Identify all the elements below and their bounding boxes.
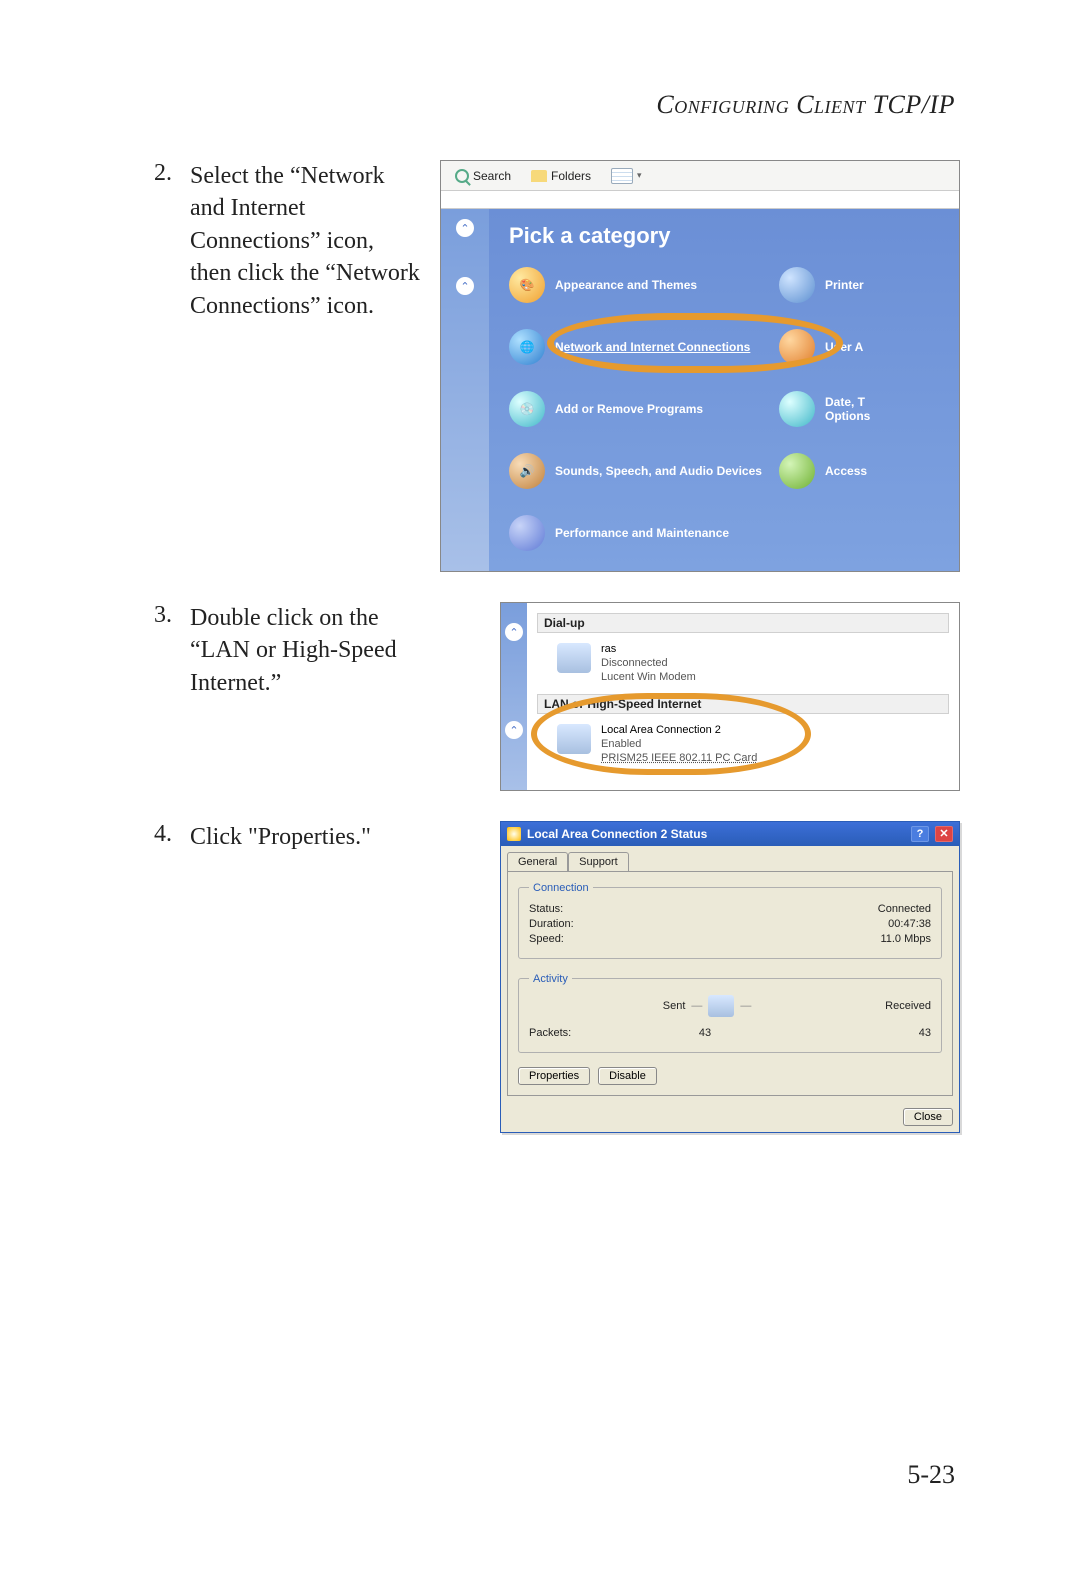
lan-header: LAN or High-Speed Internet	[537, 694, 949, 714]
connection-icon	[507, 827, 521, 841]
packets-recv: 43	[919, 1027, 931, 1039]
connection-legend: Connection	[529, 882, 593, 894]
search-label: Search	[473, 169, 511, 183]
tab-general[interactable]: General	[507, 852, 568, 871]
users-icon	[779, 329, 815, 365]
search-button[interactable]: Search	[449, 167, 517, 185]
cat-appearance[interactable]: 🎨 Appearance and Themes	[509, 267, 769, 303]
help-button[interactable]: ?	[911, 826, 929, 842]
step-text: Select the “Network and Internet Connect…	[190, 160, 420, 322]
page-number: 5-23	[907, 1460, 955, 1490]
step-text: Double click on the “LAN or High-Speed I…	[190, 602, 420, 699]
dialup-name: ras	[601, 643, 696, 657]
received-label: Received	[885, 1000, 931, 1012]
computers-icon	[708, 995, 734, 1017]
dialog-title: Local Area Connection 2 Status	[527, 827, 707, 841]
close-dialog-button[interactable]: Close	[903, 1108, 953, 1126]
activity-legend: Activity	[529, 973, 572, 985]
lan-name: Local Area Connection 2	[601, 724, 757, 738]
disc-icon: 💿	[509, 391, 545, 427]
speed-value: 11.0 Mbps	[880, 933, 931, 945]
cat-access[interactable]: Access	[779, 453, 945, 489]
properties-button[interactable]: Properties	[518, 1067, 590, 1085]
network-connections-screenshot: ⌃ ⌃ Dial-up ras Disconnected Lucent Win …	[500, 602, 960, 791]
dialup-item[interactable]: ras Disconnected Lucent Win Modem	[537, 637, 949, 690]
status-label: Status:	[529, 903, 563, 915]
speed-label: Speed:	[529, 933, 564, 945]
packets-sent: 43	[699, 1027, 711, 1039]
duration-label: Duration:	[529, 918, 574, 930]
step-3: 3. Double click on the “LAN or High-Spee…	[150, 602, 960, 791]
step-2: 2. Select the “Network and Internet Conn…	[150, 160, 960, 572]
activity-group: Activity Sent — — Received	[518, 973, 942, 1053]
collapse-icon[interactable]: ⌃	[505, 623, 523, 641]
dialog-titlebar: Local Area Connection 2 Status ? ✕	[501, 822, 959, 846]
lan-device: PRISM25 IEEE 802.11 PC Card	[601, 752, 757, 766]
folders-label: Folders	[551, 169, 591, 183]
tab-support[interactable]: Support	[568, 852, 629, 871]
folder-icon	[531, 170, 547, 182]
page-header: Configuring Client TCP/IP	[656, 90, 955, 120]
packets-label: Packets:	[529, 1027, 571, 1039]
cat-performance[interactable]: Performance and Maintenance	[509, 515, 769, 551]
views-icon	[611, 168, 633, 184]
disable-button[interactable]: Disable	[598, 1067, 657, 1085]
cat-users[interactable]: User A	[779, 329, 945, 365]
speaker-icon: 🔊	[509, 453, 545, 489]
dialup-status: Disconnected	[601, 657, 696, 671]
cat-add-remove[interactable]: 💿 Add or Remove Programs	[509, 391, 769, 427]
accessibility-icon	[779, 453, 815, 489]
status-value: Connected	[878, 903, 931, 915]
sidebar: ⌃ ⌃	[501, 603, 527, 790]
folders-button[interactable]: Folders	[525, 167, 597, 185]
control-panel-screenshot: Search Folders ▾ ⌃ ⌃	[440, 160, 960, 572]
duration-value: 00:47:38	[888, 918, 931, 930]
nic-icon	[557, 724, 591, 754]
collapse-icon[interactable]: ⌃	[505, 721, 523, 739]
cat-date[interactable]: Date, T Options	[779, 391, 945, 427]
calendar-icon	[779, 391, 815, 427]
step-4: 4. Click "Properties." Local Area Connec…	[150, 821, 960, 1133]
step-number: 3.	[150, 602, 190, 629]
cat-sounds[interactable]: 🔊 Sounds, Speech, and Audio Devices	[509, 453, 769, 489]
close-button[interactable]: ✕	[935, 826, 953, 842]
status-dialog: Local Area Connection 2 Status ? ✕ Gener…	[500, 821, 960, 1133]
sidebar: ⌃ ⌃	[441, 209, 489, 571]
search-icon	[455, 169, 469, 183]
lan-item[interactable]: Local Area Connection 2 Enabled PRISM25 …	[537, 718, 949, 771]
cat-printers[interactable]: Printer	[779, 267, 945, 303]
lan-status: Enabled	[601, 738, 757, 752]
cat-network[interactable]: 🌐 Network and Internet Connections	[509, 329, 769, 365]
step-number: 2.	[150, 160, 190, 187]
collapse-icon[interactable]: ⌃	[456, 277, 474, 295]
printer-icon	[779, 267, 815, 303]
dialup-header: Dial-up	[537, 613, 949, 633]
gauge-icon	[509, 515, 545, 551]
modem-icon	[557, 643, 591, 673]
palette-icon: 🎨	[509, 267, 545, 303]
pick-category-title: Pick a category	[509, 223, 945, 249]
step-number: 4.	[150, 821, 190, 848]
sent-label: Sent	[663, 1000, 686, 1012]
views-button[interactable]: ▾	[605, 166, 648, 186]
step-text: Click "Properties."	[190, 821, 420, 853]
connection-group: Connection Status: Connected Duration: 0…	[518, 882, 942, 959]
globe-icon: 🌐	[509, 329, 545, 365]
dialup-device: Lucent Win Modem	[601, 671, 696, 685]
collapse-icon[interactable]: ⌃	[456, 219, 474, 237]
chevron-down-icon: ▾	[637, 170, 642, 181]
